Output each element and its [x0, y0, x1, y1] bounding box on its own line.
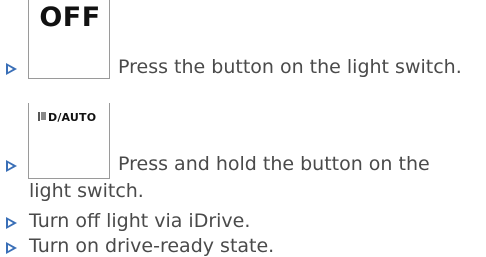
low-beam-headlight-icon [38, 112, 46, 121]
step-2-text-line2: light switch. [29, 180, 144, 202]
bullet-icon [6, 63, 17, 75]
bullet-icon [6, 217, 17, 229]
step-3-text: Turn off light via iDrive. [29, 210, 251, 232]
bullet-icon [6, 242, 17, 254]
off-button-label: OFF [39, 2, 101, 33]
auto-button-label: D/AUTO [48, 111, 97, 124]
step-4-text: Turn on drive-ready state. [29, 235, 275, 257]
auto-light-button-graphic: D/AUTO [28, 103, 110, 179]
step-2-text-line1: Press and hold the button on the [118, 153, 430, 175]
bullet-icon [6, 160, 17, 172]
step-1-text: Press the button on the light switch. [118, 56, 462, 78]
off-button-graphic: OFF [28, 0, 110, 79]
